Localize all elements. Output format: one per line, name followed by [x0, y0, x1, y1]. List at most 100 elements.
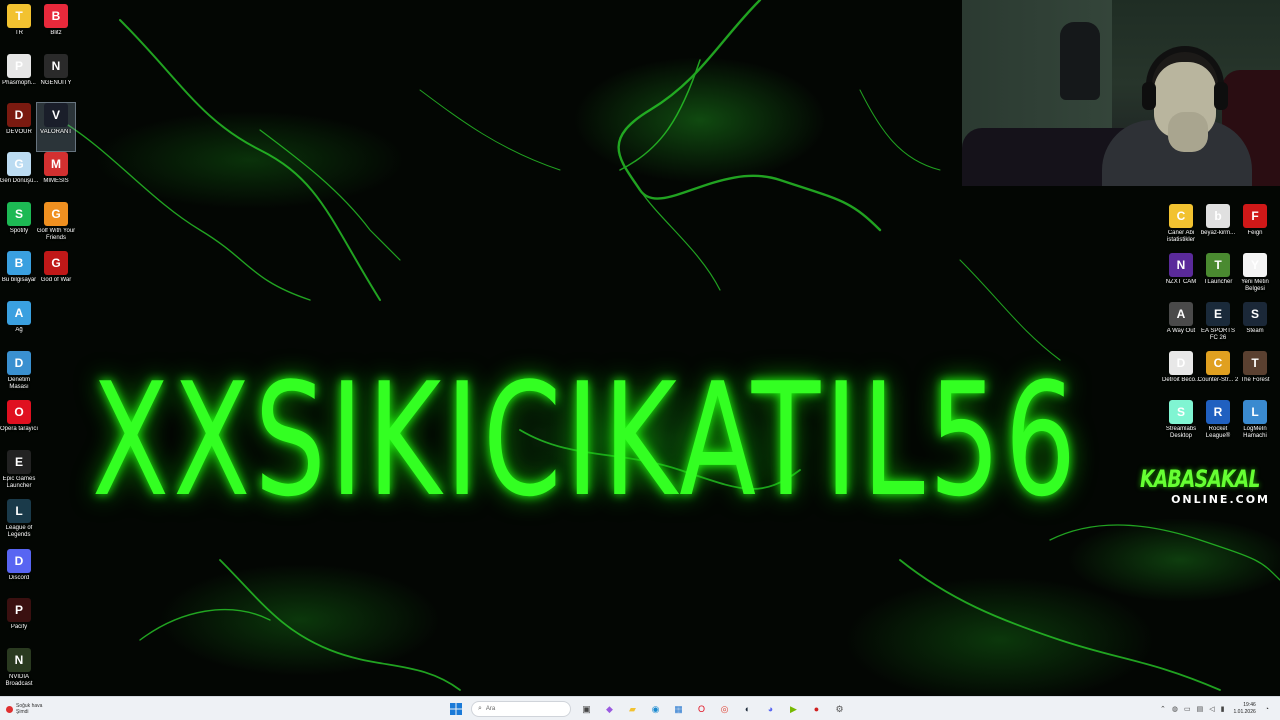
desktop-shortcut-label: LogMeIn Hamachi [1243, 426, 1267, 439]
edge-icon[interactable]: ◉ [647, 700, 665, 718]
taskbar-clock[interactable]: 19:46 1.01.2026 [1234, 702, 1256, 716]
folder-icon: C [1169, 204, 1193, 228]
weather-widget[interactable]: Soğuk hava Şimdi [6, 700, 86, 718]
desktop-shortcut-label: League of Legends [5, 525, 33, 538]
desktop-shortcut[interactable]: E EA SPORTS FC 26 [1199, 302, 1237, 350]
nvidia-icon[interactable]: ▶ [785, 700, 803, 718]
desktop-shortcut[interactable]: L League of Legends [0, 499, 38, 547]
phasmophobia-icon: P [7, 54, 31, 78]
desktop-shortcut[interactable]: D Detroit Beco... [1162, 351, 1200, 399]
desktop-shortcut-label: NZXT CAM [1165, 279, 1197, 285]
search-icon: ⌕ [478, 705, 482, 712]
desktop-shortcut-label: Bu bilgisayar [1, 277, 37, 283]
desktop-shortcut[interactable]: N NZXT CAM [1162, 253, 1200, 301]
desktop-shortcut[interactable]: A A Way Out [1162, 302, 1200, 350]
desktop-shortcut[interactable]: G Golf With Your Friends [37, 202, 75, 250]
desktop-shortcut[interactable]: G Geri Dönüşü... [0, 152, 38, 200]
desktop-shortcut[interactable]: G God of War [37, 251, 75, 299]
desktop-shortcut[interactable]: D DEVOUR [0, 103, 38, 151]
desktop-shortcut[interactable]: C Counter-Str... 2 [1197, 351, 1239, 399]
desktop-shortcut[interactable]: P Phasmoph... [0, 54, 38, 102]
desktop-shortcut[interactable]: S Steam [1236, 302, 1274, 350]
detroit-icon: D [1169, 351, 1193, 375]
desktop-shortcut-label: The Forest [1240, 377, 1270, 383]
desktop-shortcut-label: Yeni Metin Belgesi [1241, 279, 1269, 292]
desktop-shortcut[interactable]: C Caner Abi istatistikler [1162, 204, 1200, 252]
the-forest-icon: T [1243, 351, 1267, 375]
settings-icon[interactable]: ⚙ [831, 700, 849, 718]
file-explorer-icon[interactable]: ▰ [624, 700, 642, 718]
desktop-shortcut[interactable]: A Ağ [0, 301, 38, 349]
desktop-shortcut-label: Geri Dönüşü... [0, 178, 39, 184]
desktop-shortcut[interactable]: L LogMeIn Hamachi [1236, 400, 1274, 448]
desktop-shortcut-label: Spotify [9, 228, 29, 234]
microphone-icon[interactable]: ◍ [1172, 705, 1178, 713]
chevron-up-icon[interactable]: ⌃ [1160, 705, 1166, 713]
obs-icon[interactable]: ● [808, 700, 826, 718]
desktop-shortcut[interactable]: D Discord [0, 549, 38, 597]
desktop-shortcut-label: Counter-Str... 2 [1197, 377, 1239, 383]
desktop-shortcut[interactable]: N NGENUITY [37, 54, 75, 102]
desktop-shortcut-label: Golf With Your Friends [36, 228, 76, 241]
desktop-shortcut[interactable]: S Spotify [0, 202, 38, 250]
steam-icon[interactable]: ◐ [739, 700, 757, 718]
desktop-shortcut[interactable]: P Pacify [0, 598, 38, 646]
system-tray: ⌃ ◍ ▭ ▤ ◁ ▮ 19:46 1.01.2026 ◔ [1157, 699, 1272, 719]
steam-icon: S [1243, 302, 1267, 326]
desktop-shortcut-label: Feign [1247, 230, 1263, 236]
copilot-icon[interactable]: ◆ [601, 700, 619, 718]
streamlabs-icon: S [1169, 400, 1193, 424]
desktop-shortcut[interactable]: b beyaz-kirm... [1199, 204, 1237, 252]
network-icon[interactable]: ▤ [1197, 705, 1204, 713]
desktop: XXSIKICIKATIL56 KABASAKAL ONLINE.COM T TR… [0, 0, 1280, 696]
desktop-shortcut[interactable]: M MIMESIS [37, 152, 75, 200]
desktop-shortcut-label: Discord [8, 575, 30, 581]
desktop-shortcut[interactable]: R Rocket League® [1199, 400, 1237, 448]
desktop-shortcut-label: God of War [40, 277, 72, 283]
desktop-shortcut[interactable]: T The Forest [1236, 351, 1274, 399]
webcam-headset-earcup-right [1214, 82, 1228, 110]
wallpaper-title: XXSIKICIKATIL56 [92, 349, 1081, 531]
store-icon[interactable]: ▦ [670, 700, 688, 718]
desktop-shortcut-label: EA SPORTS FC 26 [1201, 328, 1235, 341]
desktop-shortcut[interactable]: T TR [0, 4, 38, 52]
desktop-shortcut[interactable]: E Epic Games Launcher [0, 450, 38, 498]
desktop-shortcut[interactable]: B Bu bilgisayar [0, 251, 38, 299]
battery-icon[interactable]: ▮ [1221, 705, 1225, 713]
desktop-shortcut[interactable]: T TLauncher [1199, 253, 1237, 301]
desktop-shortcut[interactable]: B Blitz [37, 4, 75, 52]
taskbar-search-input[interactable]: ⌕ Ara [471, 701, 571, 717]
spotify-icon: S [7, 202, 31, 226]
clock-time: 19:46 [1243, 702, 1256, 708]
desktop-shortcut[interactable]: S Streamlabs Desktop [1162, 400, 1200, 448]
desktop-shortcut-label: TR [15, 30, 23, 36]
taskbar-center: ⌕ Ara ▣ ◆ ▰ ◉ ▦ O ◎ ◐ ◕ ▶ ● ⚙ [444, 700, 851, 718]
tlauncher-icon: T [1206, 253, 1230, 277]
desktop-shortcut[interactable]: Y Yeni Metin Belgesi [1236, 253, 1274, 301]
desktop-shortcut[interactable]: V VALORANT [36, 102, 76, 152]
counter-strike-icon: C [1206, 351, 1230, 375]
desktop-shortcut[interactable]: F Feign [1236, 204, 1274, 252]
folder-icon: T [7, 4, 31, 28]
desktop-shortcut-label: Streamlabs Desktop [1165, 426, 1197, 439]
text-document-icon: Y [1243, 253, 1267, 277]
desktop-shortcut[interactable]: D Denetim Masası [0, 351, 38, 399]
webcam-headset-earcup-left [1142, 82, 1156, 110]
notifications-icon[interactable]: ◔ [1265, 706, 1269, 713]
chrome-icon[interactable]: ◎ [716, 700, 734, 718]
desktop-shortcut[interactable]: N NVIDIA Broadcast [0, 648, 38, 696]
discord-icon[interactable]: ◕ [762, 700, 780, 718]
rocket-league-icon: R [1206, 400, 1230, 424]
start-button[interactable] [447, 700, 465, 718]
language-icon[interactable]: ▭ [1184, 705, 1191, 713]
task-view-icon[interactable]: ▣ [578, 700, 596, 718]
search-placeholder: Ara [485, 706, 496, 712]
recycle-bin-icon: G [7, 152, 31, 176]
image-file-icon: b [1206, 204, 1230, 228]
blitz-icon: B [44, 4, 68, 28]
opera-icon[interactable]: O [693, 700, 711, 718]
volume-icon[interactable]: ◁ [1209, 705, 1214, 713]
desktop-shortcut[interactable]: O Opera tarayıcı [0, 400, 38, 448]
discord-icon: D [7, 549, 31, 573]
desktop-shortcut-label: Opera tarayıcı [0, 426, 38, 432]
